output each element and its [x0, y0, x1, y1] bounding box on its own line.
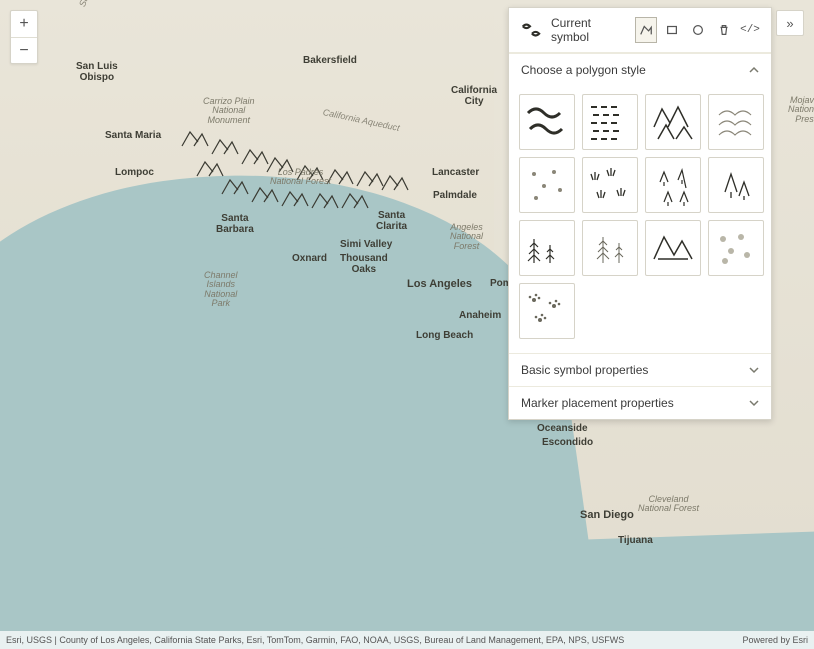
current-symbol-label: Current symbol: [551, 16, 627, 44]
style-dash-texture[interactable]: [582, 94, 638, 150]
style-mountains-sharp[interactable]: [645, 94, 701, 150]
label-oceanside: Oceanside: [537, 424, 588, 435]
style-dots-sparse[interactable]: [519, 157, 575, 213]
attribution-text: Esri, USGS | County of Los Angeles, Cali…: [6, 635, 624, 645]
section-marker-props[interactable]: Marker placement properties: [509, 386, 771, 419]
style-tree-line-right[interactable]: [582, 220, 638, 276]
label-long-beach: Long Beach: [416, 331, 473, 342]
style-pawprints[interactable]: [519, 283, 575, 339]
style-conifers-small[interactable]: [645, 157, 701, 213]
panel-header: Current symbol </>: [509, 8, 771, 53]
section-marker-props-label: Marker placement properties: [521, 396, 674, 410]
label-simi-valley: Simi Valley: [340, 240, 392, 251]
collapse-panel-button[interactable]: »: [776, 10, 804, 36]
label-channel-islands: ChannelIslandsNationalPark: [204, 271, 238, 309]
label-santa-maria: Santa Maria: [105, 131, 161, 142]
current-symbol-swatch: [519, 18, 543, 42]
label-escondido: Escondido: [542, 438, 593, 449]
style-grid: [509, 86, 771, 353]
label-anaheim: Anaheim: [459, 311, 501, 322]
style-mountains-blur[interactable]: [708, 94, 764, 150]
label-thousand-oaks: ThousandOaks: [340, 254, 388, 275]
label-santa-barbara: SantaBarbara: [216, 214, 254, 235]
style-panel: Current symbol </> Choose a polygon styl…: [508, 7, 772, 420]
style-shrubs-fade[interactable]: [708, 220, 764, 276]
tab-circle[interactable]: [687, 17, 709, 43]
label-san-diego: San Diego: [580, 510, 634, 522]
tab-polygon[interactable]: [635, 17, 657, 43]
chevron-down-icon: [749, 398, 759, 408]
style-peaks-mixed[interactable]: [645, 220, 701, 276]
section-basic-props-label: Basic symbol properties: [521, 363, 648, 377]
label-carrizo: Carrizo PlainNationalMonument: [203, 97, 255, 125]
tab-trash[interactable]: [713, 17, 735, 43]
style-grass-tufts[interactable]: [582, 157, 638, 213]
label-bakersfield: Bakersfield: [303, 56, 357, 67]
tab-rect[interactable]: [661, 17, 683, 43]
section-choose-style-label: Choose a polygon style: [521, 63, 646, 77]
label-santa-clarita: SantaClarita: [376, 211, 407, 232]
label-san-luis-obispo: San LuisObispo: [76, 62, 118, 83]
label-angeles-nf: AngelesNationalForest: [450, 223, 483, 251]
zoom-out-button[interactable]: −: [11, 37, 37, 63]
label-los-angeles: Los Angeles: [407, 279, 472, 291]
label-palmdale: Palmdale: [433, 191, 477, 202]
chevron-up-icon: [749, 65, 759, 75]
chevron-down-icon: [749, 365, 759, 375]
style-brush-waves[interactable]: [519, 94, 575, 150]
style-tree-line-left[interactable]: [519, 220, 575, 276]
attribution-bar: Esri, USGS | County of Los Angeles, Cali…: [0, 631, 814, 649]
zoom-control: + −: [10, 10, 38, 64]
label-los-padres: Los PadresNational Forest: [270, 168, 331, 187]
style-conifers-pair[interactable]: [708, 157, 764, 213]
section-basic-props[interactable]: Basic symbol properties: [509, 353, 771, 386]
label-mojave: MojaveNationalPres: [788, 96, 814, 124]
symbol-type-tabs: </>: [635, 17, 761, 43]
tab-code[interactable]: </>: [739, 17, 761, 43]
label-cleveland-nf: ClevelandNational Forest: [638, 495, 699, 514]
zoom-in-button[interactable]: +: [11, 11, 37, 37]
label-tijuana: Tijuana: [618, 536, 653, 547]
label-lompoc: Lompoc: [115, 168, 154, 179]
section-choose-style[interactable]: Choose a polygon style: [509, 53, 771, 86]
label-oxnard: Oxnard: [292, 254, 327, 265]
label-lancaster: Lancaster: [432, 168, 479, 179]
powered-by[interactable]: Powered by Esri: [742, 635, 808, 645]
label-california-city: CaliforniaCity: [451, 86, 497, 107]
